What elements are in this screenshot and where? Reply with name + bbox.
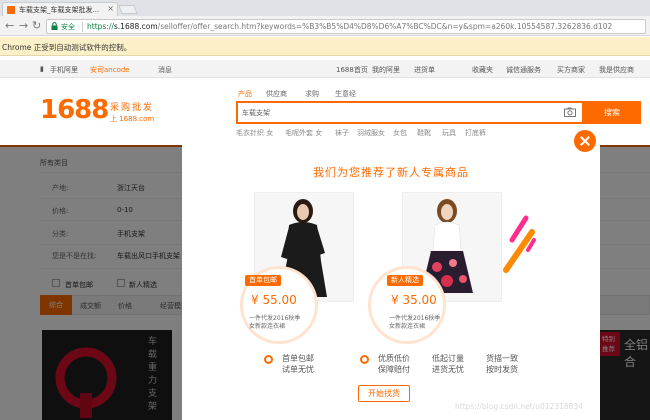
nav-favorites[interactable]: 收藏夹 <box>472 65 493 75</box>
feature-item: 低起订量 进货无忧 <box>432 354 464 374</box>
hot-word[interactable]: 女包 <box>393 128 407 138</box>
hot-word[interactable]: 毛衣针织 女 <box>236 128 273 138</box>
search-tab-products[interactable]: 产品 <box>238 89 252 99</box>
infobar-text: Chrome 正受到自动测试软件的控制。 <box>2 43 132 52</box>
product-desc: 女新款连衣裙 <box>389 323 426 330</box>
start-shopping-button[interactable]: 开始找货 <box>358 385 410 402</box>
watermark-text: https://blog.csdn.net/u012318834 <box>455 402 583 411</box>
feature-item: 首单包邮 试单无忧 <box>282 354 314 374</box>
hot-word[interactable]: 鞋靴 <box>417 128 431 138</box>
nav-cart[interactable]: 进货单 <box>414 65 435 75</box>
product-desc: 女新款连衣裙 <box>249 323 286 330</box>
logo-slogan: 采购批发 <box>110 103 155 113</box>
browser-toolbar: ← → ↻ 安全 https://s.1688.com/selloffer/of… <box>0 16 650 36</box>
hot-word[interactable]: 打底裤 <box>465 128 486 138</box>
newbie-recommend-modal: 我们为您推荐了新人专属商品 首单包邮 ¥ 55.00 一件代发2016秋季 女新… <box>182 142 600 420</box>
camera-icon[interactable] <box>564 107 576 117</box>
address-divider <box>82 22 83 32</box>
feature-item: 优质低价 保障赔付 <box>378 354 410 374</box>
secure-label: 安全 <box>61 23 75 31</box>
tab-title: 车载支架_车载支架批发... <box>19 6 100 14</box>
nav-credit-service[interactable]: 诚信通服务 <box>506 65 541 75</box>
nav-my-ali[interactable]: 我的阿里 <box>372 65 400 75</box>
mobile-icon: ▮ <box>40 65 44 73</box>
search-tab-knowledge[interactable]: 生意经 <box>335 89 356 99</box>
new-tab-button[interactable] <box>118 5 138 14</box>
search-input[interactable]: 车载支架 <box>236 101 584 124</box>
deal-tag: 首单包邮 <box>245 275 281 286</box>
back-icon[interactable]: ← <box>5 19 14 32</box>
feature-dot-icon <box>360 355 369 364</box>
nav-home[interactable]: 1688首页 <box>336 65 368 75</box>
search-button[interactable]: 搜索 <box>583 101 641 124</box>
url-text[interactable]: https://s.1688.com/selloffer/offer_searc… <box>87 22 612 31</box>
modal-close-button[interactable] <box>572 128 598 154</box>
browser-tab[interactable]: 车载支架_车载支架批发... × <box>2 2 118 16</box>
nav-supplier[interactable]: 我是供应商 <box>599 65 634 75</box>
site-logo[interactable]: 1688 <box>40 95 109 125</box>
decorative-stripes-icon <box>503 215 536 273</box>
feature-dot-icon <box>264 355 273 364</box>
address-bar[interactable]: 安全 https://s.1688.com/selloffer/offer_se… <box>46 19 646 34</box>
modal-title: 我们为您推荐了新人专属商品 <box>313 166 469 179</box>
site-favicon-icon <box>7 6 15 14</box>
search-tab-suppliers[interactable]: 供应商 <box>266 89 287 99</box>
nav-mobile-ali[interactable]: 手机阿里 <box>50 65 78 75</box>
automation-infobar: Chrome 正受到自动测试软件的控制。 <box>0 37 650 56</box>
logo-url: 上 1688.com <box>110 115 155 123</box>
price-value: ¥ 55.00 <box>251 293 297 307</box>
reload-icon[interactable]: ↻ <box>32 19 41 32</box>
nav-messages[interactable]: 消息 <box>158 65 172 75</box>
nav-user[interactable]: 安司ancode <box>90 65 130 75</box>
price-value: ¥ 35.00 <box>391 293 437 307</box>
hot-word[interactable]: 毛呢外套 女 <box>285 128 322 138</box>
lock-icon <box>51 22 58 30</box>
tab-close-icon[interactable]: × <box>107 4 114 13</box>
deal-tag: 新人精选 <box>387 275 423 286</box>
hot-word[interactable]: 羽绒服女 <box>357 128 385 138</box>
browser-tab-bar: 车载支架_车载支架批发... × <box>0 0 650 16</box>
forward-icon[interactable]: → <box>19 19 28 32</box>
nav-buyer[interactable]: 买方商家 <box>557 65 585 75</box>
hot-word[interactable]: 玩具 <box>442 128 456 138</box>
site-top-nav: ▮ 手机阿里 安司ancode 消息 1688首页 我的阿里 进货单 收藏夹 诚… <box>0 60 650 78</box>
search-tab-requests[interactable]: 求购 <box>305 89 319 99</box>
hot-word[interactable]: 袜子 <box>335 128 349 138</box>
search-value: 车载支架 <box>242 109 270 117</box>
feature-item: 货描一致 按时发货 <box>486 354 518 374</box>
